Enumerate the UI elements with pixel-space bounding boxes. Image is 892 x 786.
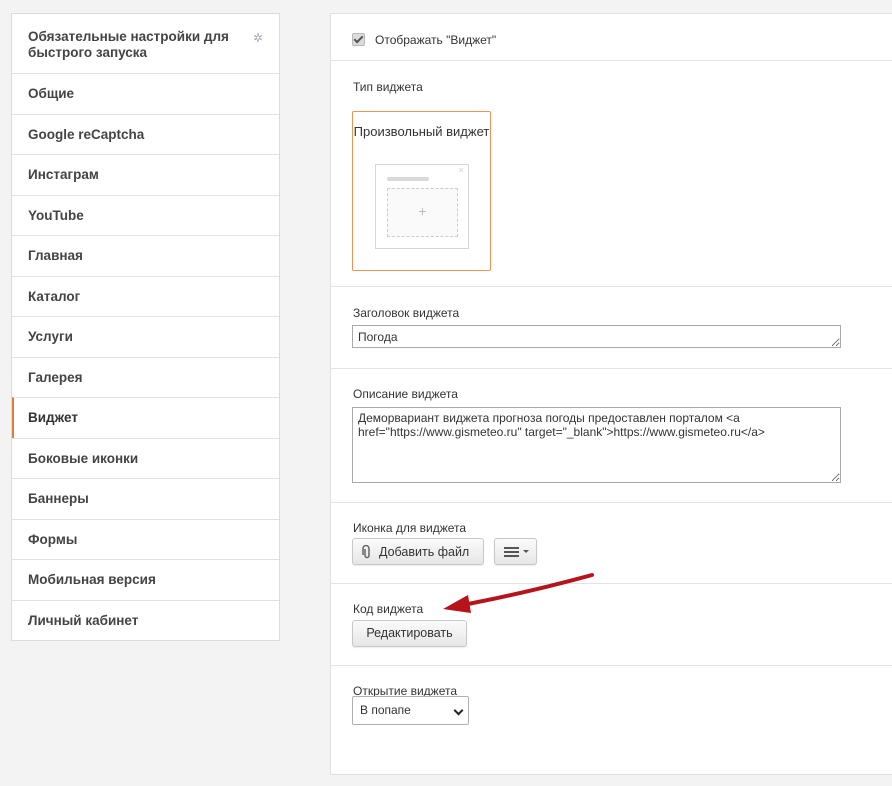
sidebar-item-mobile[interactable]: Мобильная версия <box>12 559 279 600</box>
sidebar-item-gallery[interactable]: Галерея <box>12 356 279 398</box>
widget-title-input[interactable]: Погода <box>352 325 841 348</box>
preview-header-bar <box>387 177 429 181</box>
sidebar-item-side-icons[interactable]: Боковые иконки <box>12 437 279 479</box>
edit-code-button[interactable]: Редактировать <box>352 620 467 647</box>
sidebar-item-catalog[interactable]: Каталог <box>12 275 279 317</box>
widget-icon-label: Иконка для виджета <box>353 521 467 535</box>
widget-preview-illustration: × + <box>375 164 469 249</box>
sidebar-item-label: Общие <box>28 86 75 101</box>
widget-description-label: Описание виджета <box>353 387 458 401</box>
widget-open-select[interactable]: В попапе <box>352 696 469 725</box>
widget-icon-section: Иконка для виджета Добавить файл <box>331 502 892 584</box>
sidebar-item-label: Google reCaptcha <box>28 126 145 142</box>
add-file-button[interactable]: Добавить файл <box>352 538 484 565</box>
add-file-label: Добавить файл <box>379 545 470 559</box>
sidebar-item-label: Виджет <box>28 410 78 425</box>
sidebar-item-services[interactable]: Услуги <box>12 316 279 357</box>
sidebar-item-youtube[interactable]: YouTube <box>12 194 279 236</box>
sidebar-item-banners[interactable]: Баннеры <box>12 478 279 519</box>
show-widget-label: Отображать "Виджет" <box>375 33 497 47</box>
hamburger-menu-icon <box>504 547 529 557</box>
sidebar-item-quick-start[interactable]: Обязательные настройки для быстрого запу… <box>12 14 279 73</box>
sidebar-item-label: Услуги <box>28 329 73 344</box>
show-widget-checkbox[interactable] <box>352 33 365 46</box>
widget-description-textarea[interactable]: Деморвариант виджета прогноза погоды пре… <box>352 407 841 483</box>
sidebar-item-account[interactable]: Личный кабинет <box>12 599 279 641</box>
widget-description-section: Описание виджета Деморвариант виджета пр… <box>331 368 892 503</box>
plus-icon: + <box>418 203 427 219</box>
paperclip-icon <box>362 545 370 559</box>
sidebar-item-forms[interactable]: Формы <box>12 518 279 560</box>
sidebar-item-label: YouTube <box>28 207 84 223</box>
widget-type-card-title: Произвольный виджет <box>353 124 490 139</box>
settings-sidebar: Обязательные настройки для быстрого запу… <box>11 13 280 641</box>
edit-code-label: Редактировать <box>366 626 453 640</box>
sidebar-item-label: Галерея <box>28 369 83 385</box>
widget-open-section: Открытие виджета В попапе <box>331 665 892 786</box>
sidebar-item-label: Каталог <box>28 288 81 304</box>
widget-code-section: Код виджета Редактировать <box>331 583 892 666</box>
close-icon: × <box>458 165 464 175</box>
widget-settings-panel: Отображать "Виджет" Тип виджета Произвол… <box>330 13 892 775</box>
sidebar-item-label: Инстаграм <box>28 167 99 182</box>
widget-code-label: Код виджета <box>353 602 424 616</box>
sidebar-item-home[interactable]: Главная <box>12 235 279 276</box>
file-options-menu-button[interactable] <box>494 538 537 565</box>
sidebar-item-label: Главная <box>28 248 83 263</box>
show-widget-section: Отображать "Виджет" <box>331 14 892 60</box>
sidebar-item-label: Обязательные настройки для быстрого запу… <box>28 29 229 60</box>
sidebar-item-general[interactable]: Общие <box>12 73 279 114</box>
sidebar-item-label: Боковые иконки <box>28 450 139 466</box>
sidebar-item-instagram[interactable]: Инстаграм <box>12 154 279 195</box>
sidebar-item-label: Личный кабинет <box>28 612 139 628</box>
sidebar-item-label: Формы <box>28 531 78 547</box>
sidebar-item-recaptcha[interactable]: Google reCaptcha <box>12 113 279 155</box>
widget-title-label: Заголовок виджета <box>353 306 460 320</box>
preview-content-box: + <box>387 188 458 237</box>
sidebar-item-label: Мобильная версия <box>28 572 156 587</box>
chevron-down-icon <box>453 705 464 716</box>
widget-type-section: Тип виджета Произвольный виджет × + <box>331 60 892 287</box>
sidebar-item-label: Баннеры <box>28 491 89 506</box>
widget-title-section: Заголовок виджета Погода <box>331 286 892 369</box>
widget-type-card-custom[interactable]: Произвольный виджет × + <box>352 111 491 271</box>
asterisk-icon: ✲ <box>252 31 263 45</box>
sidebar-item-widget[interactable]: Виджет <box>12 397 279 438</box>
widget-open-selected-value: В попапе <box>360 703 411 717</box>
widget-type-label: Тип виджета <box>353 80 423 94</box>
